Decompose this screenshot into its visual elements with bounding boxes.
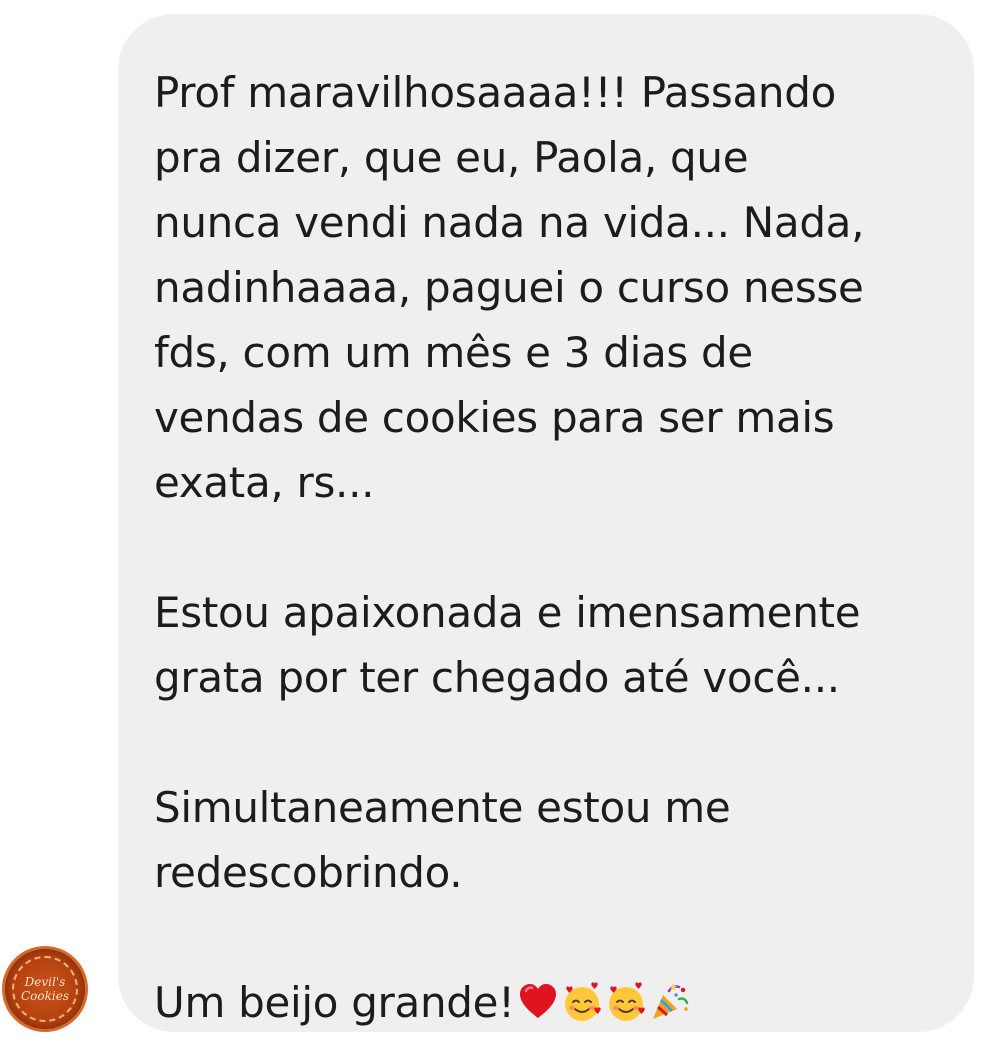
message-line-last: Um beijo grande!: [154, 970, 944, 1035]
closing-text: Um beijo grande!: [154, 978, 515, 1027]
message-line: Estou apaixonada e imensamente: [154, 588, 861, 637]
message-line: vendas de cookies para ser mais: [154, 393, 835, 442]
message-bubble[interactable]: Prof maravilhosaaaa!!! Passando pra dize…: [118, 14, 974, 1032]
avatar-logo-line1: Devil's: [24, 975, 66, 989]
message-line: exata, rs...: [154, 458, 375, 507]
message-paragraph-3: Simultaneamente estou me redescobrindo.: [154, 775, 944, 905]
message-line: nadinhaaaa, paguei o curso nesse: [154, 263, 864, 312]
party-popper-icon: [652, 983, 688, 1019]
message-paragraph-1: Prof maravilhosaaaa!!! Passando pra dize…: [154, 60, 944, 515]
avatar-logo: Devil's Cookies: [12, 956, 78, 1022]
message-paragraph-4: Um beijo grande!: [154, 970, 944, 1035]
message-line: Simultaneamente estou me: [154, 783, 731, 832]
message-paragraph-2: Estou apaixonada e imensamente grata por…: [154, 580, 944, 710]
message-line: grata por ter chegado até você...: [154, 653, 840, 702]
avatar[interactable]: Devil's Cookies: [2, 946, 88, 1032]
message-line: pra dizer, que eu, Paola, que: [154, 133, 749, 182]
avatar-logo-line2: Cookies: [21, 989, 69, 1003]
smiling-face-with-hearts-icon: [608, 982, 645, 1021]
red-heart-icon: [519, 984, 556, 1018]
message-line: Prof maravilhosaaaa!!! Passando: [154, 68, 836, 117]
message-line: redescobrindo.: [154, 848, 463, 897]
emoji-row: [515, 970, 691, 1035]
smiling-face-with-hearts-icon: [564, 982, 601, 1021]
message-line: nunca vendi nada na vida... Nada,: [154, 198, 865, 247]
message-line: fds, com um mês e 3 dias de: [154, 328, 753, 377]
